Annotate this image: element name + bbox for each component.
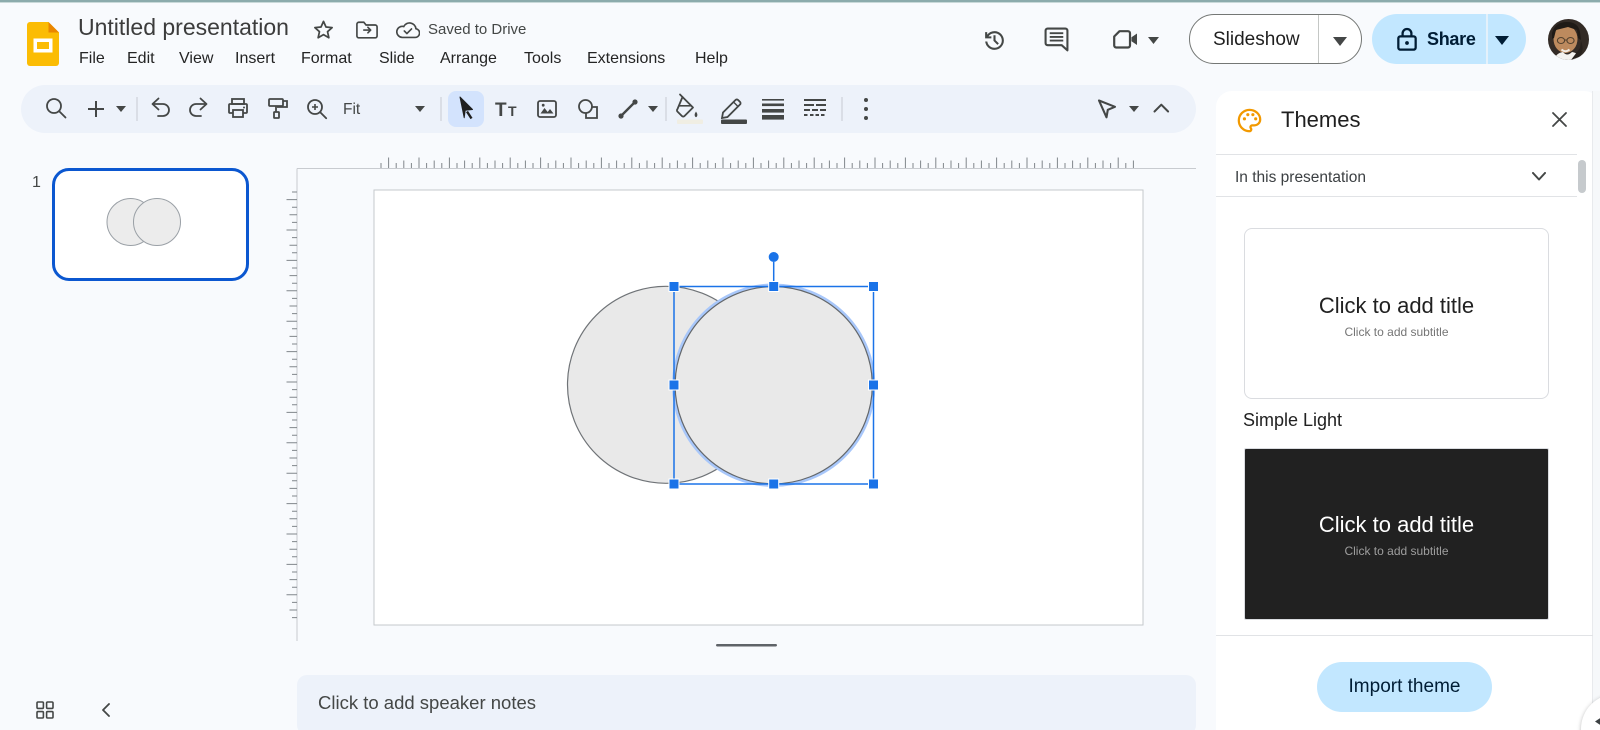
svg-text:Fit: Fit xyxy=(343,101,361,118)
svg-text:T: T xyxy=(495,100,507,121)
svg-text:T: T xyxy=(508,103,517,119)
